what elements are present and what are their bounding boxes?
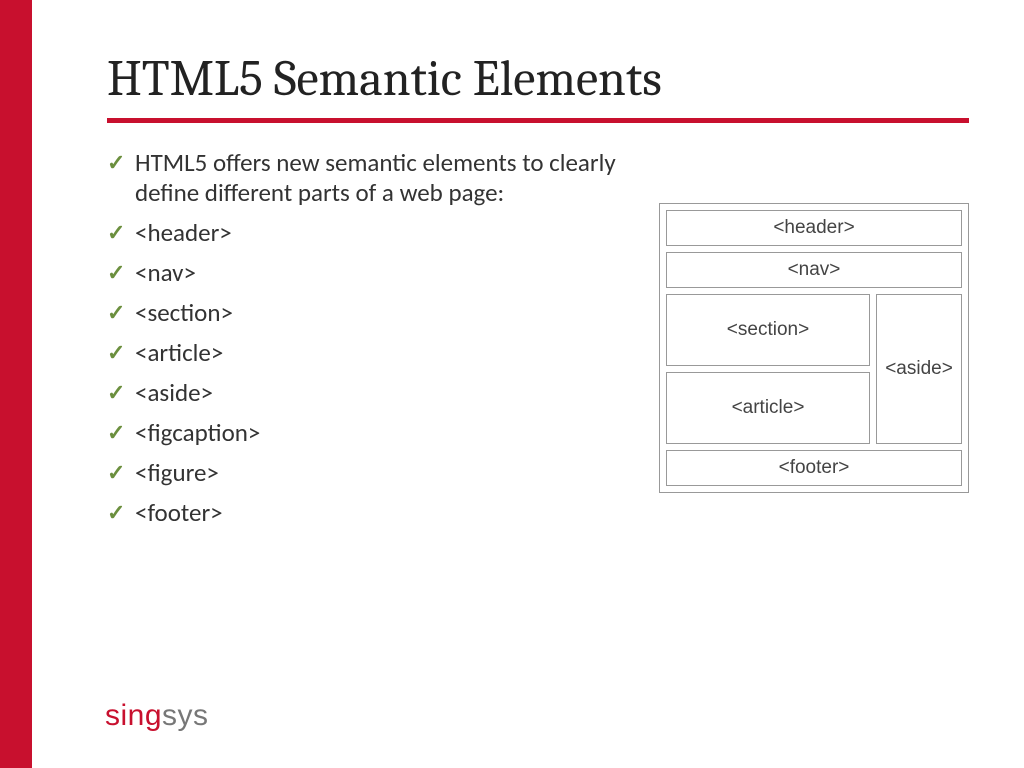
check-icon: ✓ bbox=[107, 340, 125, 366]
list-item: ✓ <aside> bbox=[107, 378, 639, 408]
bullet-text: <header> bbox=[135, 217, 232, 248]
brand-logo: singsys bbox=[105, 699, 209, 733]
diagram-article: <article> bbox=[666, 372, 870, 444]
list-item: ✓ <section> bbox=[107, 298, 639, 328]
slide-title: HTML5 Semantic Elements bbox=[107, 50, 969, 108]
diagram-leftcol: <section> <article> bbox=[666, 294, 870, 444]
check-icon: ✓ bbox=[107, 220, 125, 246]
check-icon: ✓ bbox=[107, 380, 125, 406]
list-item: ✓ <article> bbox=[107, 338, 639, 368]
list-item: ✓ <header> bbox=[107, 218, 639, 248]
diagram-aside: <aside> bbox=[876, 294, 962, 444]
title-rule bbox=[107, 118, 969, 123]
bullet-text: <figcaption> bbox=[135, 417, 260, 448]
layout-diagram: <header> <nav> <section> <article> <asid… bbox=[659, 203, 969, 493]
logo-part1: sing bbox=[105, 699, 162, 732]
bullet-text: <article> bbox=[135, 337, 223, 368]
bullet-text: <nav> bbox=[135, 257, 196, 288]
list-item: ✓ HTML5 offers new semantic elements to c… bbox=[107, 148, 639, 208]
bullet-text: <footer> bbox=[135, 497, 223, 528]
bullet-text: <figure> bbox=[135, 457, 219, 488]
diagram-nav: <nav> bbox=[666, 252, 962, 288]
diagram-header: <header> bbox=[666, 210, 962, 246]
bullet-list: ✓ HTML5 offers new semantic elements to c… bbox=[107, 148, 639, 538]
diagram-section: <section> bbox=[666, 294, 870, 366]
logo-part2: sys bbox=[162, 699, 209, 732]
check-icon: ✓ bbox=[107, 150, 125, 176]
slide: HTML5 Semantic Elements ✓ HTML5 offers ne… bbox=[32, 0, 1024, 768]
bullet-text: <aside> bbox=[135, 377, 213, 408]
check-icon: ✓ bbox=[107, 300, 125, 326]
check-icon: ✓ bbox=[107, 420, 125, 446]
list-item: ✓ <nav> bbox=[107, 258, 639, 288]
bullet-text: HTML5 offers new semantic elements to cl… bbox=[135, 147, 616, 208]
check-icon: ✓ bbox=[107, 260, 125, 286]
accent-sidebar bbox=[0, 0, 32, 768]
diagram-footer: <footer> bbox=[666, 450, 962, 486]
list-item: ✓ <footer> bbox=[107, 498, 639, 528]
check-icon: ✓ bbox=[107, 460, 125, 486]
bullet-text: <section> bbox=[135, 297, 233, 328]
diagram-middle: <section> <article> <aside> bbox=[666, 294, 962, 444]
list-item: ✓ <figure> bbox=[107, 458, 639, 488]
check-icon: ✓ bbox=[107, 500, 125, 526]
slide-content: ✓ HTML5 offers new semantic elements to c… bbox=[107, 148, 969, 538]
list-item: ✓ <figcaption> bbox=[107, 418, 639, 448]
